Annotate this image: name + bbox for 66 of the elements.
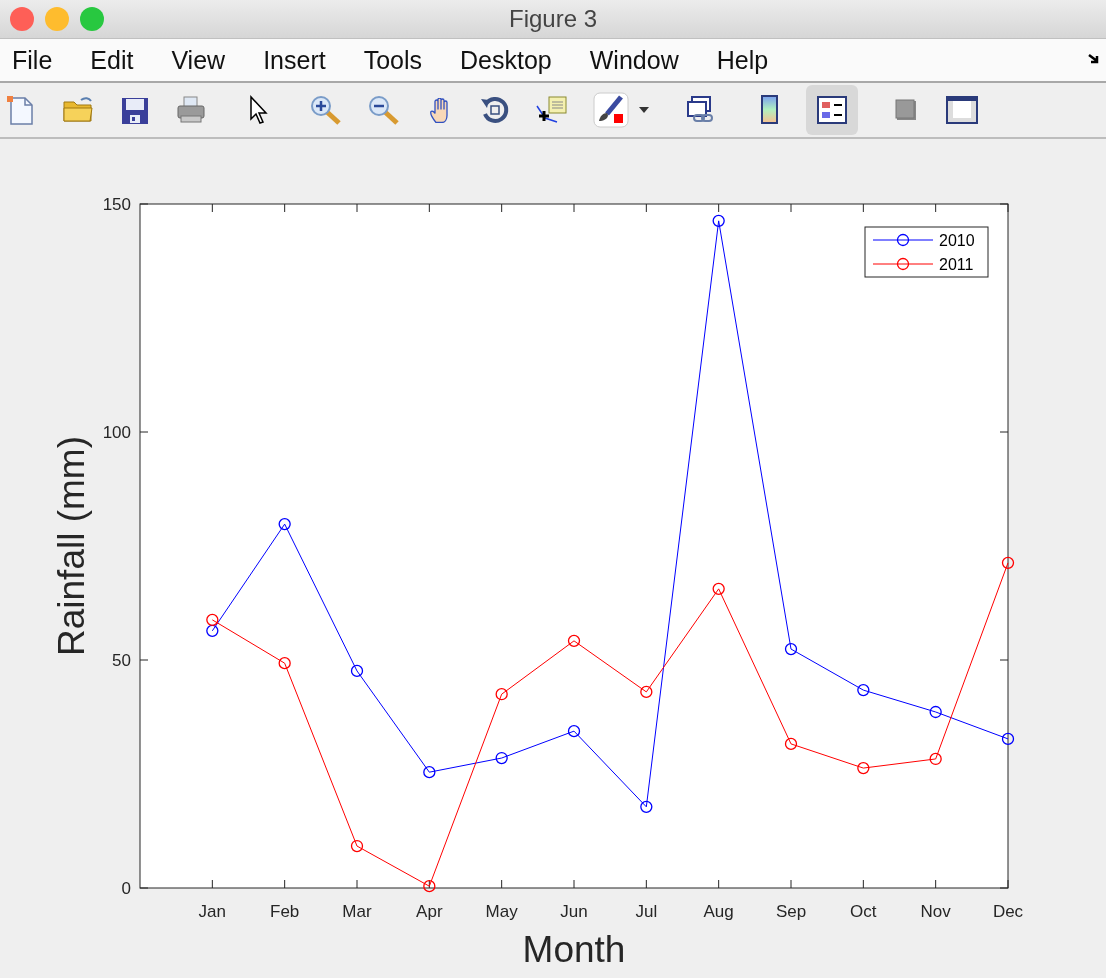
data-marker [423,880,436,893]
data-marker [278,657,291,670]
pointer-icon [247,94,269,126]
x-tick-label: Sep [775,902,807,921]
zoom-out-icon [367,94,401,126]
data-marker [857,683,870,697]
printer-icon [175,94,207,126]
data-cursor-icon [535,94,569,126]
x-tick-label: Aug [703,902,734,921]
rotate-icon [479,94,511,126]
menu-item[interactable]: File [12,45,71,75]
data-marker [278,517,291,531]
x-tick-label: Nov [920,902,951,921]
menu-item[interactable]: Edit [90,45,152,75]
data-marker [350,664,364,678]
menu-item[interactable]: Desktop [460,45,570,75]
data-marker [350,839,364,853]
data-marker [567,634,581,647]
toolbar-button[interactable] [806,85,858,135]
y-tick-label: 150 [102,195,131,214]
square-icon [893,97,919,123]
data-marker [206,613,219,626]
menu-item[interactable]: Window [589,45,697,75]
legend-icon [816,94,848,126]
x-tick-label: May [485,902,518,921]
y-axis-label: Rainfall (mm) [51,436,92,656]
window-title: Figure 3 [508,5,597,32]
data-marker [929,705,942,719]
data-marker [206,624,219,637]
hand-icon [430,97,450,123]
menu-item[interactable]: View [171,45,244,75]
x-axis-label: Month [522,929,626,970]
menu-item[interactable]: Insert [263,45,344,75]
y-tick-label: 0 [121,879,131,898]
legend-label: 2010 [939,232,975,249]
data-marker [712,582,725,595]
data-marker [640,800,653,813]
data-marker [567,725,581,738]
menu-item[interactable]: Help [716,45,787,75]
x-tick-label: Jan [198,902,227,921]
data-marker [1001,732,1015,746]
data-marker [423,766,436,779]
x-tick-label: Jun [560,902,588,921]
brush-icon [593,92,629,128]
data-marker [1001,556,1015,569]
y-tick-label: 50 [112,651,131,670]
zoom-in-icon [309,94,343,126]
x-tick-label: Jul [635,902,658,921]
menu-item[interactable]: Tools [363,45,441,75]
caret-icon [639,107,649,113]
data-marker [640,685,653,699]
data-marker [495,688,508,701]
data-marker [495,751,508,765]
data-marker [929,752,942,766]
data-marker [857,761,870,775]
window-panel-icon [945,94,979,126]
x-tick-label: Dec [992,902,1024,921]
legend-label: 2011 [939,256,974,273]
x-tick-label: Mar [342,902,372,921]
data-marker [712,214,725,227]
data-marker [784,737,798,751]
x-tick-label: Feb [270,902,300,921]
x-tick-label: Oct [850,902,877,921]
x-tick-label: Apr [416,902,443,921]
data-marker [784,642,798,656]
y-tick-label: 100 [102,423,131,442]
